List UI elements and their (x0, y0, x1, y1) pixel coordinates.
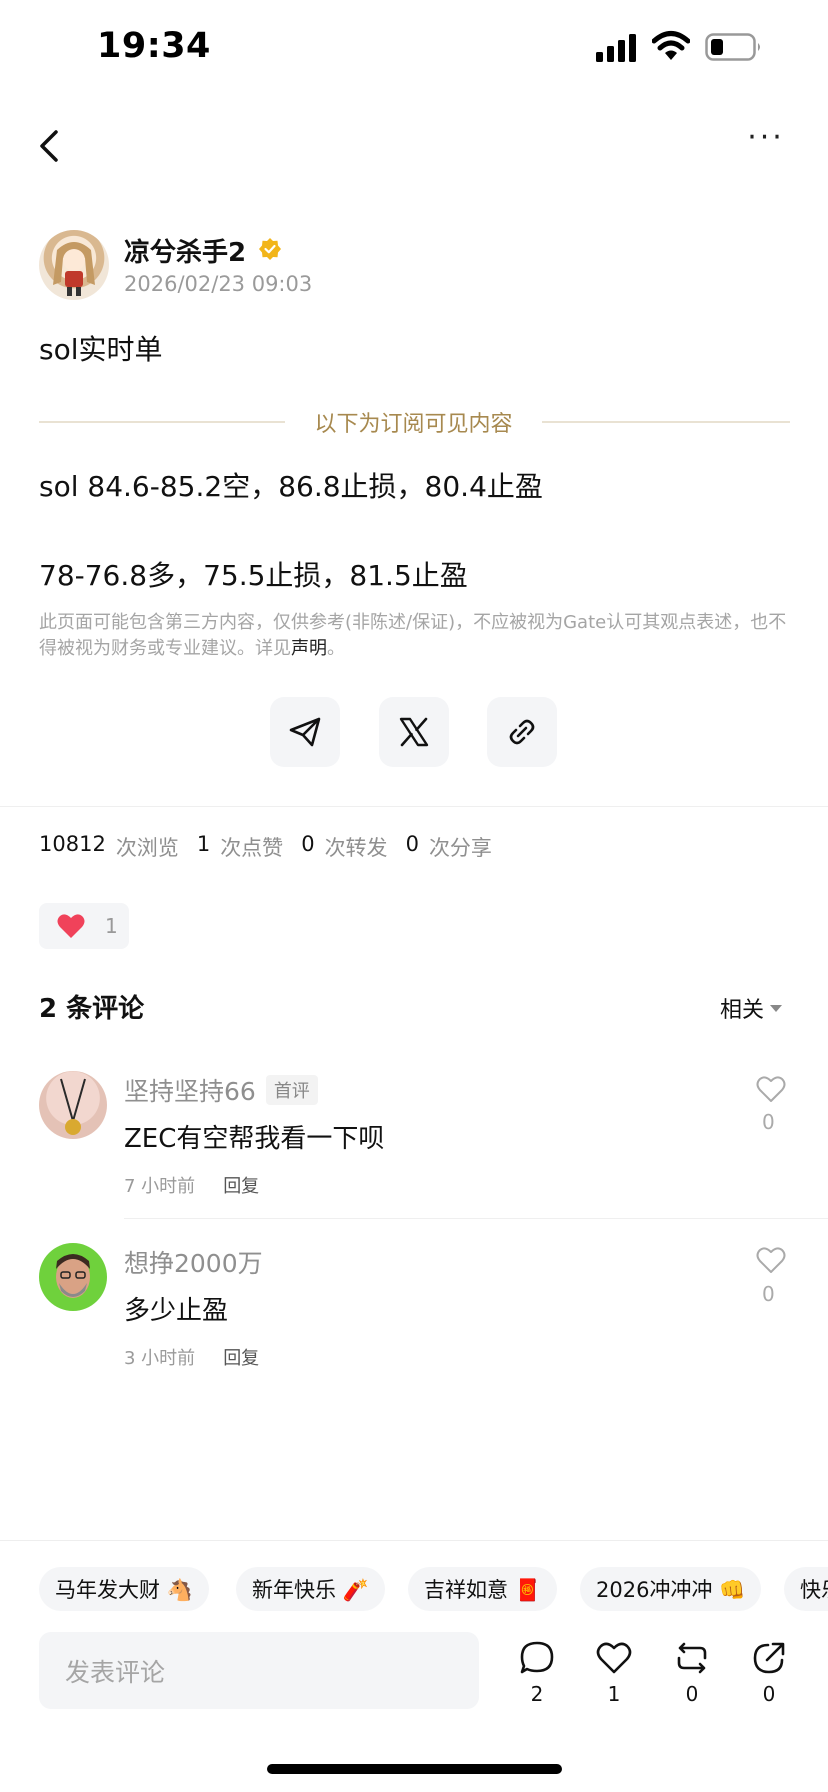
comment-text: 多少止盈 (124, 1296, 229, 1326)
comment-like-icon[interactable] (756, 1075, 786, 1103)
author-avatar[interactable] (39, 230, 109, 300)
status-time: 19:34 (97, 26, 211, 66)
divider-right (542, 421, 790, 423)
comment-like-icon[interactable] (756, 1246, 786, 1274)
back-icon[interactable] (36, 126, 66, 166)
battery-icon (705, 33, 760, 61)
section-divider (0, 806, 828, 807)
sort-label: 相关 (720, 998, 765, 1023)
post-stats: 10812 次浏览 1 次点赞 0 次转发 0 次分享 (39, 832, 510, 862)
caret-down-icon (770, 1004, 783, 1012)
home-indicator[interactable] (267, 1764, 562, 1774)
shares-label: 次分享 (428, 836, 492, 860)
disclaimer-text: 此页面可能包含第三方内容，仅供参考(非陈述/保证)，不应被视为Gate认可其观点… (39, 612, 787, 659)
reposts-count: 0 (301, 832, 315, 856)
comment-input[interactable]: 发表评论 (39, 1632, 479, 1709)
x-logo-icon (399, 717, 429, 747)
bottom-bar-divider (0, 1540, 828, 1541)
comment-author[interactable]: 坚持坚持66 (124, 1072, 256, 1108)
reply-button[interactable]: 回复 (223, 1172, 259, 1198)
repost-action-button[interactable]: 0 (672, 1640, 712, 1706)
comment-header: 坚持坚持66 首评 (124, 1072, 318, 1108)
heart-filled-icon (57, 914, 85, 938)
share-action-button[interactable]: 0 (749, 1640, 789, 1706)
post-title: sol实时单 (39, 333, 163, 366)
more-options-icon[interactable]: ··· (744, 123, 788, 164)
divider-left (39, 421, 285, 423)
comment-text: ZEC有空帮我看一下呗 (124, 1124, 385, 1154)
heart-reaction-count: 1 (105, 914, 118, 938)
quick-tag[interactable]: 新年快乐 🧨 (236, 1567, 385, 1611)
comment-bubble-icon (520, 1641, 554, 1674)
send-icon (289, 717, 321, 747)
copy-link-button[interactable] (487, 697, 557, 767)
post-body-line-2: 78-76.8多，75.5止损，81.5止盈 (39, 559, 468, 592)
comment-time: 7 小时前 (124, 1176, 196, 1197)
quick-tag[interactable]: 马年发大财 🐴 (39, 1567, 209, 1611)
disclaimer: 此页面可能包含第三方内容，仅供参考(非陈述/保证)，不应被视为Gate认可其观点… (39, 610, 791, 662)
share-action-count: 0 (762, 1682, 776, 1706)
shares-count: 0 (405, 832, 419, 856)
like-action-button[interactable]: 1 (594, 1640, 634, 1706)
views-count: 10812 (39, 832, 106, 856)
comment-author[interactable]: 想挣2000万 (124, 1244, 263, 1280)
comment-time: 3 小时前 (124, 1348, 196, 1369)
disclaimer-end: 。 (327, 638, 345, 659)
disclaimer-link[interactable]: 声明 (291, 638, 327, 659)
comment-avatar[interactable] (39, 1071, 107, 1139)
comment-action-count: 2 (530, 1682, 544, 1706)
post-timestamp: 2026/02/23 09:03 (124, 272, 313, 296)
reply-button[interactable]: 回复 (223, 1344, 259, 1370)
comment-avatar[interactable] (39, 1243, 107, 1311)
repost-icon (677, 1642, 707, 1674)
heart-reaction-chip[interactable]: 1 (39, 903, 129, 949)
share-x-button[interactable] (379, 697, 449, 767)
first-comment-badge: 首评 (265, 1075, 318, 1105)
post-body-line-1: sol 84.6-85.2空，86.8止损，80.4止盈 (39, 470, 543, 503)
views-label: 次浏览 (115, 836, 179, 860)
comment-meta: 7 小时前 回复 (124, 1172, 259, 1198)
comment-action-button[interactable]: 2 (517, 1640, 557, 1706)
author-name[interactable]: 凉兮杀手2 (124, 232, 246, 269)
comment-like-count: 0 (762, 1282, 775, 1306)
subscription-label: 以下为订阅可见内容 (314, 412, 513, 437)
link-icon (509, 719, 535, 745)
sort-dropdown[interactable]: 相关 (720, 992, 783, 1024)
quick-tag[interactable]: 2026冲冲冲 👊 (580, 1567, 762, 1611)
comments-count-title: 2 条评论 (39, 994, 145, 1024)
likes-label: 次点赞 (220, 836, 284, 860)
quick-tag[interactable]: 快乐 (784, 1567, 828, 1611)
likes-count: 1 (196, 832, 211, 856)
comment-like-count: 0 (762, 1110, 775, 1134)
verified-badge-icon (259, 238, 281, 260)
repost-action-count: 0 (685, 1682, 699, 1706)
like-action-count: 1 (607, 1682, 621, 1706)
comment-meta: 3 小时前 回复 (124, 1344, 259, 1370)
heart-icon (596, 1642, 632, 1674)
cellular-signal-icon (596, 34, 636, 62)
reposts-label: 次转发 (324, 836, 388, 860)
comment-divider (124, 1218, 828, 1219)
share-telegram-button[interactable] (270, 697, 340, 767)
share-icon (753, 1642, 785, 1674)
wifi-icon (652, 31, 690, 60)
quick-tag[interactable]: 吉祥如意 🧧 (408, 1567, 557, 1611)
